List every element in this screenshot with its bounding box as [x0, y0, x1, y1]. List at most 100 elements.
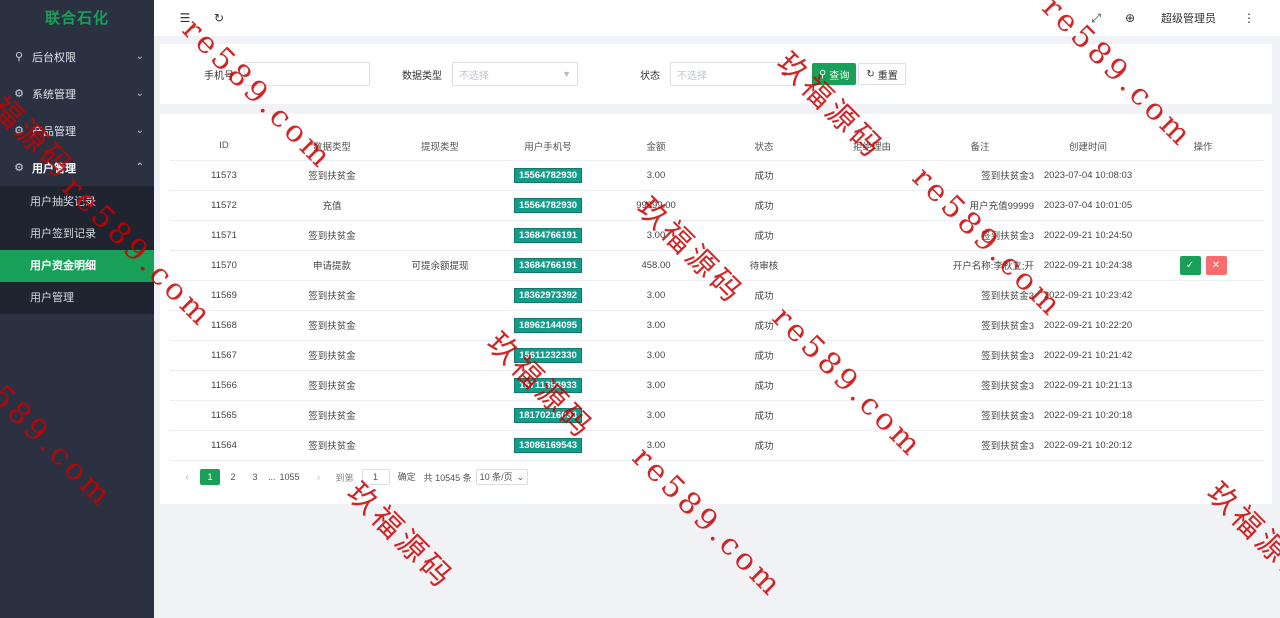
menu-fold-icon[interactable]: ☰: [176, 11, 194, 25]
brand-logo: 联合石化: [44, 10, 109, 27]
cell-created-time: 2022-09-21 10:20:18: [1034, 400, 1142, 431]
column-header-amount: 金额: [602, 132, 710, 161]
phone-tag: 13684766191: [513, 257, 583, 273]
data-type-select[interactable]: 不选择 ▼: [452, 62, 578, 86]
menu-item-label: 产品管理: [32, 125, 76, 138]
cell-id: 11572: [170, 190, 278, 221]
cell-reject-reason: [818, 430, 926, 461]
status-placeholder: 不选择: [677, 70, 707, 82]
column-header-remark: 备注: [926, 132, 1034, 161]
cell-reject-reason: [818, 250, 926, 281]
chevron-up-icon: ⌃: [135, 162, 144, 173]
menu-item-admin-permissions[interactable]: ⚲ 后台权限 ⌄: [0, 38, 154, 75]
gear-icon: ⚙: [14, 162, 24, 174]
chevron-down-icon: ⌄: [135, 125, 144, 136]
cell-actions: [1142, 310, 1264, 341]
cell-status: 成功: [710, 370, 818, 401]
cell-amount: 3.00: [602, 160, 710, 191]
globe-icon[interactable]: ⊕: [1121, 11, 1139, 25]
menu-item-product-management[interactable]: ⚙ 产品管理 ⌄: [0, 112, 154, 149]
cell-id: 11569: [170, 280, 278, 311]
cell-remark: 开户名称:李秋立;开: [926, 250, 1034, 281]
prev-page-button[interactable]: ‹: [178, 469, 196, 485]
cell-status: 成功: [710, 430, 818, 461]
user-name[interactable]: 超级管理员: [1161, 10, 1216, 26]
refresh-icon[interactable]: ↻: [210, 11, 228, 25]
cell-remark: 签到扶贫金3: [926, 280, 1034, 311]
fund-details-table: ID 数据类型 提现类型 用户手机号 金额 状态 拒绝理由 备注 创建时间 操作…: [170, 132, 1264, 461]
reset-button[interactable]: ↻ 重置: [858, 63, 906, 85]
cell-withdraw-type: [386, 430, 494, 461]
submenu-item-user-management[interactable]: 用户管理: [0, 282, 154, 314]
cell-data-type: 签到扶贫金: [278, 220, 386, 251]
cell-created-time: 2022-09-21 10:22:20: [1034, 310, 1142, 341]
page-button-2[interactable]: 2: [224, 469, 242, 485]
cell-remark: 签到扶贫金3: [926, 430, 1034, 461]
page-button-3[interactable]: 3: [246, 469, 264, 485]
goto-confirm-button[interactable]: 确定: [398, 469, 416, 485]
data-type-placeholder: 不选择: [459, 70, 489, 82]
search-button[interactable]: ⚲ 查询: [812, 63, 857, 85]
page-size-select[interactable]: 10 条/页 ⌄: [475, 469, 529, 485]
phone-input[interactable]: [244, 62, 370, 86]
goto-page-input[interactable]: 1: [361, 469, 390, 485]
cell-reject-reason: [818, 280, 926, 311]
table-row: 11568 签到扶贫金 18962144095 3.00 成功 签到扶贫金3 2022-09…: [170, 310, 1264, 341]
cell-withdraw-type: [386, 310, 494, 341]
page-button-1[interactable]: 1: [200, 469, 220, 485]
phone-tag: 18962144095: [513, 317, 583, 333]
table-row: 11567 签到扶贫金 15611232330 3.00 成功 签到扶贫金3 2022-09…: [170, 340, 1264, 371]
cell-data-type: 签到扶贫金: [278, 430, 386, 461]
table-row: 11570 申请提款 可提余额提现 13684766191 458.00 待审核 开户名称:…: [170, 250, 1264, 281]
phone-tag: 15711393933: [514, 377, 582, 393]
cell-data-type: 充值: [278, 190, 386, 221]
cell-reject-reason: [818, 340, 926, 371]
phone-tag: 15564782930: [513, 167, 583, 183]
cell-amount: 3.00: [602, 220, 710, 251]
cell-data-type: 签到扶贫金: [278, 370, 386, 401]
column-header-status: 状态: [710, 132, 818, 161]
reject-button[interactable]: ✕: [1205, 255, 1227, 275]
phone-tag: 18170216033: [513, 407, 583, 423]
cell-created-time: 2023-07-04 10:01:05: [1034, 190, 1142, 221]
table-row: 11565 签到扶贫金 18170216033 3.00 成功 签到扶贫金3 2022-09…: [170, 400, 1264, 431]
cell-status: 成功: [710, 400, 818, 431]
more-vertical-icon[interactable]: ⋮: [1240, 11, 1258, 25]
cell-actions: [1142, 430, 1264, 461]
topbar: ☰ ↻ ⤢ ⊕ 超级管理员 ⋮: [154, 0, 1280, 36]
cell-remark: 签到扶贫金3: [926, 400, 1034, 431]
next-page-button[interactable]: ›: [310, 469, 328, 485]
fullscreen-icon[interactable]: ⤢: [1087, 11, 1105, 26]
cell-actions: ✓ ✕: [1142, 250, 1264, 281]
status-select[interactable]: 不选择 ▼: [670, 62, 796, 86]
menu-item-system-management[interactable]: ⚙ 系统管理 ⌄: [0, 75, 154, 112]
cell-phone: 15564782930: [494, 160, 602, 191]
cell-id: 11568: [170, 310, 278, 341]
cell-phone: 18962144095: [494, 310, 602, 341]
cell-withdraw-type: [386, 370, 494, 401]
submenu-item-fund-details[interactable]: 用户资金明细: [0, 250, 154, 282]
page-button-last[interactable]: 1055: [280, 469, 300, 485]
cell-amount: 99999.00: [602, 190, 710, 221]
cell-status: 成功: [710, 190, 818, 221]
column-header-data-type: 数据类型: [278, 132, 386, 161]
cell-remark: 签到扶贫金3: [926, 340, 1034, 371]
reset-button-label: 重置: [877, 70, 898, 82]
pagination: ‹ 1 2 3 ... 1055 › 到第 1 确定 共 10545 条 10 …: [178, 469, 529, 485]
submenu-item-checkin-records[interactable]: 用户签到记录: [0, 218, 154, 250]
approve-button[interactable]: ✓: [1179, 255, 1201, 275]
table-card: ID 数据类型 提现类型 用户手机号 金额 状态 拒绝理由 备注 创建时间 操作…: [160, 114, 1272, 504]
cell-created-time: 2022-09-21 10:24:50: [1034, 220, 1142, 251]
menu-item-label: 用户管理: [32, 162, 76, 175]
page-size-value: 10 条/页: [479, 472, 513, 482]
cell-withdraw-type: [386, 220, 494, 251]
cell-phone: 13684766191: [494, 250, 602, 281]
cell-created-time: 2022-09-21 10:21:13: [1034, 370, 1142, 401]
menu-item-user-management[interactable]: ⚙ 用户管理 ⌃: [0, 149, 154, 186]
data-type-label: 数据类型: [402, 70, 442, 82]
submenu-item-lottery-records[interactable]: 用户抽奖记录: [0, 186, 154, 218]
cell-amount: 3.00: [602, 430, 710, 461]
column-header-phone: 用户手机号: [494, 132, 602, 161]
cell-remark: 签到扶贫金3: [926, 220, 1034, 251]
phone-tag: 13684766191: [513, 227, 583, 243]
